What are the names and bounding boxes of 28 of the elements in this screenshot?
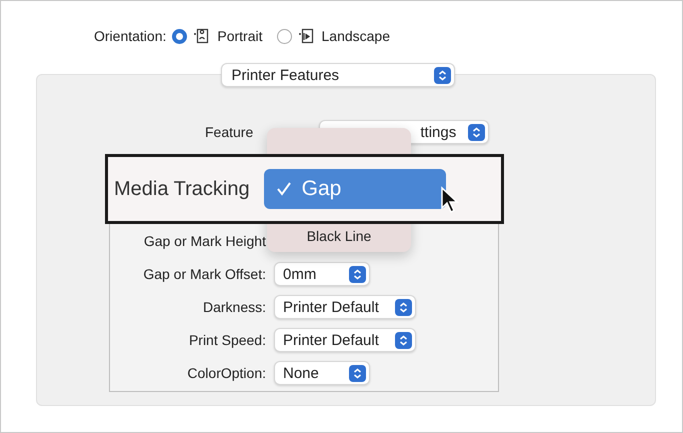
checkmark-icon: [276, 181, 292, 197]
setting-label: Gap or Mark Offset:: [143, 266, 266, 282]
cursor-icon: [440, 186, 460, 214]
setting-popup[interactable]: Printer Default: [274, 295, 416, 319]
setting-label: ColorOption:: [187, 365, 266, 381]
setting-label: Print Speed:: [188, 332, 266, 348]
setting-popup[interactable]: 0mm: [274, 262, 370, 286]
orientation-label: Orientation:: [94, 28, 166, 44]
setting-label: Darkness:: [202, 299, 266, 315]
stepper-icon: [349, 266, 366, 282]
stepper-icon: [394, 298, 412, 316]
setting-popup[interactable]: Printer Default: [274, 328, 416, 352]
radio-label[interactable]: Landscape: [322, 28, 390, 44]
stepper-icon: [468, 124, 486, 140]
radio-button[interactable]: [276, 28, 292, 44]
stepper-icon: [394, 332, 412, 348]
menu-item[interactable]: Black Line: [267, 228, 411, 244]
media-tracking-label: Media Tracking: [114, 178, 250, 200]
stepper-icon: [349, 364, 366, 382]
radio-label[interactable]: Portrait: [217, 28, 262, 44]
landscape-orientation-icon: [298, 28, 316, 44]
menu-item[interactable]: Gap: [264, 169, 446, 209]
setting-label: Gap or Mark Height: [144, 233, 266, 249]
section-popup[interactable]: Printer Features: [220, 63, 454, 87]
feature-sets-label: Feature: [205, 124, 254, 140]
stepper-icon: [434, 66, 450, 84]
setting-popup[interactable]: None: [274, 361, 370, 385]
radio-button[interactable]: [172, 28, 188, 44]
